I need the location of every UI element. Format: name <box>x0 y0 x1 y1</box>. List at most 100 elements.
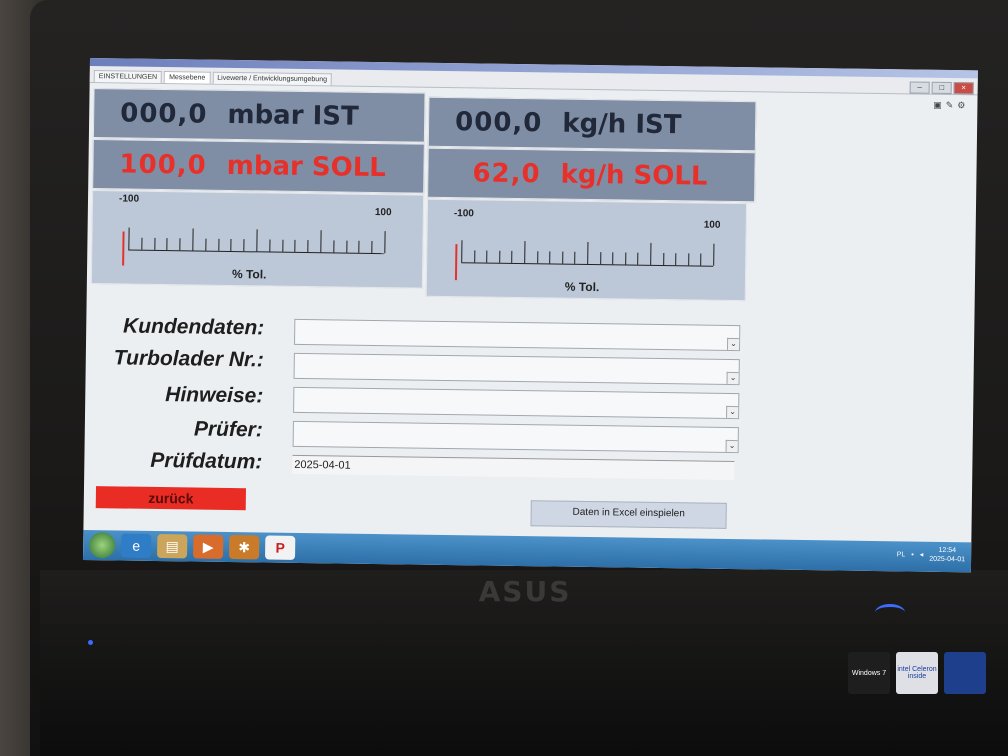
pruefdatum-label: Prüfdatum: <box>150 448 263 474</box>
zurueck-button[interactable]: zurück <box>95 486 247 511</box>
tray-date: 2025-04-01 <box>929 555 966 564</box>
gauge-tick <box>473 250 475 263</box>
explorer-icon[interactable]: ▤ <box>157 533 188 559</box>
brand-logo: ASUS <box>478 575 572 608</box>
intel-sticker: intel Celeron inside <box>896 652 938 694</box>
pressure-gauge-max: 100 <box>374 206 392 219</box>
flow-soll-value: 62,0 <box>472 158 541 190</box>
power-led-icon <box>875 604 905 621</box>
minimize-button[interactable]: – <box>909 81 930 94</box>
flow-gauge-scale <box>461 238 715 267</box>
pl-app-icon[interactable]: P <box>265 535 296 560</box>
screen: – □ × EINSTELLUNGEN Messebene Livewerte … <box>82 58 978 573</box>
gauge-tick <box>662 253 664 266</box>
gauge-tick <box>166 238 168 251</box>
pressure-gauge: -100 100 % Tol. <box>90 190 425 289</box>
flow-ist-value: 000,0 <box>454 107 543 139</box>
pruefer-label: Prüfer: <box>193 417 263 442</box>
maximize-button[interactable]: □ <box>931 81 952 95</box>
media-player-icon[interactable]: ▶ <box>193 534 224 559</box>
gauge-tick <box>333 240 335 253</box>
app-icon[interactable]: ✱ <box>229 534 260 560</box>
gauge-tick <box>179 238 181 251</box>
close-button[interactable]: × <box>953 82 974 95</box>
gauge-tick <box>524 241 526 264</box>
gauge-tick <box>345 240 348 253</box>
flow-ist-panel: 000,0 kg/h IST <box>427 96 757 152</box>
tray-clock[interactable]: 12:54 2025-04-01 <box>929 546 965 564</box>
hinweise-dropdown-icon[interactable]: ⌄ <box>726 405 739 419</box>
pruefer-dropdown-icon[interactable]: ⌄ <box>725 439 738 453</box>
gauge-tick <box>230 238 232 251</box>
print-icon[interactable]: ▣ <box>933 100 942 111</box>
flow-soll-unit: kg/h SOLL <box>560 159 708 192</box>
gauge-tick <box>612 252 614 265</box>
tab-livewerte[interactable]: Livewerte / Entwicklungsumgebung <box>212 71 333 86</box>
tab-messebene[interactable]: Messebene <box>164 71 211 84</box>
kundendaten-field[interactable]: ⌄ <box>294 318 741 352</box>
gauge-tick <box>205 238 207 251</box>
tray-time: 12:54 <box>938 546 957 555</box>
hinweise-field[interactable]: ⌄ <box>293 386 740 420</box>
flow-ist-unit: kg/h IST <box>562 108 682 141</box>
pruefer-field[interactable]: ⌄ <box>292 420 739 454</box>
pressure-gauge-min: -100 <box>118 193 140 205</box>
flow-gauge-max: 100 <box>703 219 721 231</box>
gauge-tick <box>624 252 627 265</box>
gauge-tick <box>574 251 576 264</box>
tab-einstellungen[interactable]: EINSTELLUNGEN <box>93 70 163 84</box>
gauge-tick <box>358 240 360 253</box>
kundendaten-dropdown-icon[interactable]: ⌄ <box>726 337 740 351</box>
turbolader-field[interactable]: ⌄ <box>293 352 740 386</box>
gauge-tick <box>536 251 538 264</box>
gauge-tick <box>461 240 463 263</box>
turbolader-dropdown-icon[interactable]: ⌄ <box>726 371 739 385</box>
flow-soll-panel: 62,0 kg/h SOLL <box>427 147 756 203</box>
pressure-gauge-needle <box>122 231 125 266</box>
gauge-tick <box>599 252 601 265</box>
gauge-tick <box>153 237 156 250</box>
energy-sticker <box>944 652 986 694</box>
volume-icon[interactable]: ◂ <box>920 551 924 559</box>
kundendaten-label: Kundendaten: <box>122 314 265 340</box>
pressure-ist-value: 000,0 <box>120 98 208 130</box>
pressure-gauge-label: % Tol. <box>231 267 267 282</box>
pressure-ist-panel: 000,0 mbar IST <box>92 88 426 143</box>
gauge-tick <box>307 240 309 253</box>
gauge-tick <box>587 241 589 264</box>
gauge-tick <box>141 237 143 250</box>
turbolader-label: Turbolader Nr.: <box>113 346 264 372</box>
gauge-tick <box>320 230 322 253</box>
excel-export-button[interactable]: Daten in Excel einspielen <box>530 500 727 529</box>
system-tray: PL ▪ ◂ 12:54 2025-04-01 <box>897 545 966 564</box>
pressure-soll-panel: 100,0 mbar SOLL <box>92 139 425 194</box>
sticker-row: Windows 7 intel Celeron inside <box>848 652 986 694</box>
pressure-soll-value: 100,0 <box>119 149 207 181</box>
network-icon[interactable]: ▪ <box>911 551 914 558</box>
flow-gauge: -100 100 % Tol. <box>425 198 748 302</box>
pressure-soll-unit: mbar SOLL <box>226 150 387 184</box>
gauge-tick <box>256 229 258 252</box>
gauge-tick <box>687 253 690 266</box>
gauge-tick <box>384 231 386 254</box>
gauge-tick <box>486 250 488 263</box>
gauge-tick <box>281 239 284 252</box>
flow-gauge-needle <box>454 244 458 281</box>
hinweise-label: Hinweise: <box>165 383 264 408</box>
settings-icon[interactable]: ⚙ <box>957 100 965 111</box>
pruefdatum-field[interactable]: 2025-04-01 <box>292 454 735 481</box>
gauge-tick <box>713 243 715 266</box>
tool-icon[interactable]: ✎ <box>946 100 954 111</box>
window-controls: – □ × <box>909 81 974 95</box>
start-button[interactable] <box>89 532 116 559</box>
flow-gauge-label: % Tol. <box>564 279 600 295</box>
toolbar-icons: ▣ ✎ ⚙ <box>933 100 965 111</box>
gauge-tick <box>561 251 564 264</box>
gauge-tick <box>192 228 194 251</box>
ie-icon[interactable]: e <box>121 533 152 558</box>
tray-lang[interactable]: PL <box>897 551 906 558</box>
windows-sticker: Windows 7 <box>848 652 890 694</box>
gauge-tick <box>243 239 245 252</box>
flow-gauge-min: -100 <box>453 208 474 220</box>
gauge-tick <box>269 239 271 252</box>
